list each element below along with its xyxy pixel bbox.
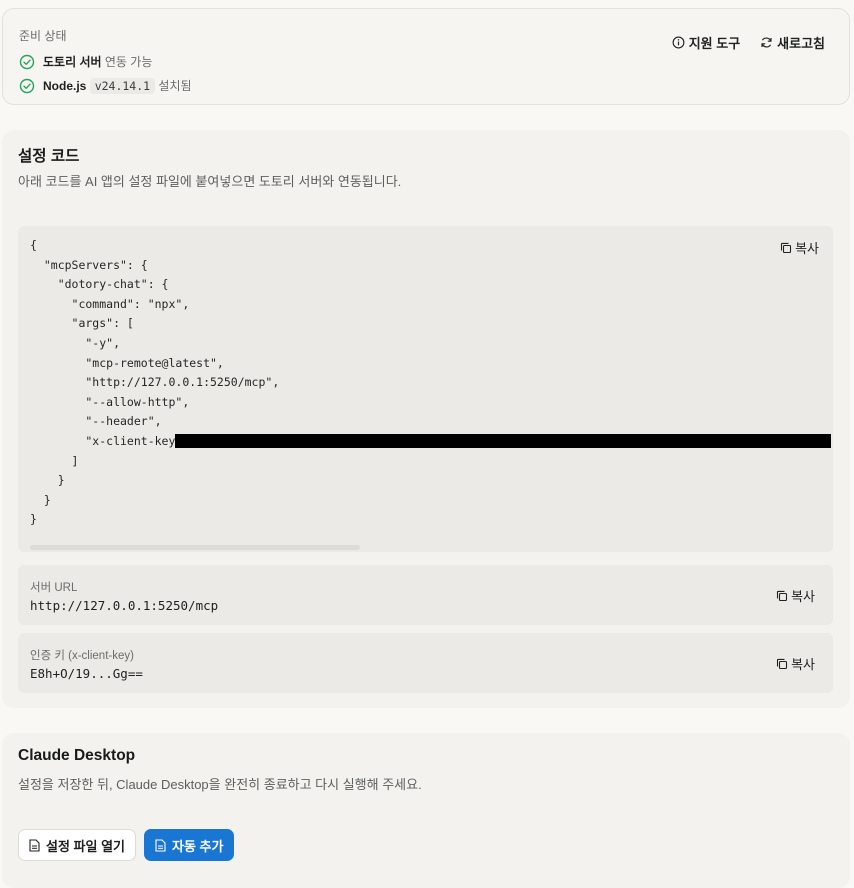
copy-icon	[777, 658, 788, 669]
server-name: 도토리 서버	[43, 55, 102, 69]
copy-server-url-button[interactable]: 복사	[776, 586, 815, 605]
config-description: 아래 코드를 AI 앱의 설정 파일에 붙여넣으면 도토리 서버와 연동됩니다.	[18, 174, 402, 189]
server-url-label: 서버 URL	[30, 582, 78, 594]
support-tools-button[interactable]: 지원 도구	[672, 33, 740, 52]
config-title: 설정 코드	[18, 148, 80, 165]
copy-client-key-button[interactable]: 복사	[776, 654, 815, 673]
file-icon	[155, 838, 166, 852]
status-card: 준비 상태 도토리 서버 연동 가능 Node.js v24.14.1 설치됨	[2, 8, 850, 105]
copy-label: 복사	[791, 589, 815, 604]
refresh-icon	[761, 37, 772, 48]
claude-actions: 설정 파일 열기 자동 추가	[18, 829, 235, 861]
copy-icon	[777, 590, 788, 601]
claude-description: 설정을 저장한 뒤, Claude Desktop을 완전히 종료하고 다시 실…	[18, 777, 422, 792]
copy-label: 복사	[795, 241, 819, 256]
redacted-key	[175, 434, 831, 448]
copy-code-button[interactable]: 복사	[780, 238, 819, 257]
refresh-label: 새로고침	[777, 36, 825, 51]
top-actions: 지원 도구 새로고침	[672, 33, 825, 52]
copy-label: 복사	[791, 657, 815, 672]
file-icon	[29, 838, 40, 852]
auto-add-label: 자동 추가	[171, 838, 224, 854]
support-tools-label: 지원 도구	[688, 36, 741, 51]
open-config-file-label: 설정 파일 열기	[46, 838, 125, 854]
copy-icon	[781, 242, 792, 253]
claude-title: Claude Desktop	[18, 747, 136, 764]
node-version: v24.14.1	[89, 78, 156, 94]
server-url-field: 서버 URL http://127.0.0.1:5250/mcp 복사	[18, 565, 833, 625]
claude-desktop-card: Claude Desktop 설정을 저장한 뒤, Claude Desktop…	[2, 733, 850, 888]
check-circle-icon	[19, 78, 35, 93]
status-title: 준비 상태	[19, 29, 67, 43]
config-card: 설정 코드 아래 코드를 AI 앱의 설정 파일에 붙여넣으면 도토리 서버와 …	[2, 130, 850, 708]
server-status: 연동 가능	[104, 55, 153, 69]
node-name: Node.js	[43, 79, 87, 93]
server-url-value: http://127.0.0.1:5250/mcp	[30, 598, 219, 613]
info-icon	[672, 36, 685, 49]
horizontal-scrollbar[interactable]	[30, 545, 360, 550]
open-config-file-button[interactable]: 설정 파일 열기	[18, 829, 136, 861]
auto-add-button[interactable]: 자동 추가	[143, 829, 235, 861]
client-key-label: 인증 키 (x-client-key)	[30, 650, 134, 662]
code-block[interactable]: { "mcpServers": { "dotory-chat": { "comm…	[18, 226, 833, 552]
client-key-field: 인증 키 (x-client-key) E8h+O/19...Gg== 복사	[18, 633, 833, 693]
client-key-value: E8h+O/19...Gg==	[30, 666, 143, 681]
config-code: { "mcpServers": { "dotory-chat": { "comm…	[30, 238, 280, 527]
check-circle-icon	[19, 54, 35, 69]
status-row-node: Node.js v24.14.1 설치됨	[19, 77, 192, 94]
node-status: 설치됨	[158, 79, 192, 93]
status-row-server: 도토리 서버 연동 가능	[19, 53, 152, 70]
refresh-button[interactable]: 새로고침	[760, 33, 825, 52]
